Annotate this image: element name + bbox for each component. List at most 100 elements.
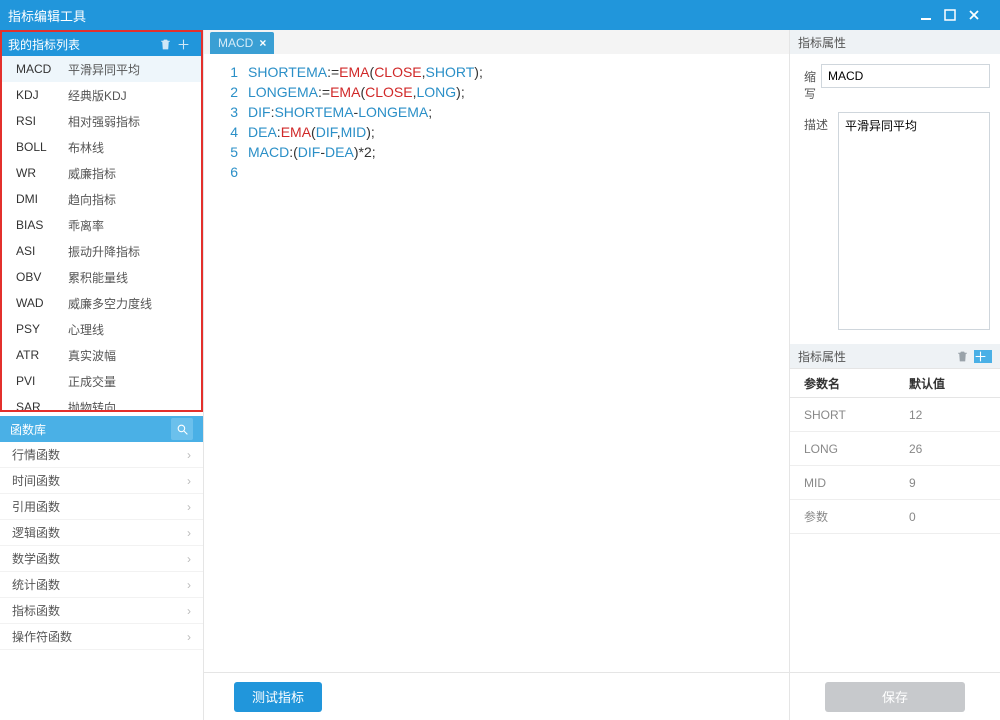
- desc-textarea[interactable]: [838, 112, 990, 330]
- maximize-button[interactable]: [944, 9, 968, 21]
- editor-tabbar: MACD ×: [204, 30, 789, 54]
- indicator-code: RSI: [16, 114, 68, 128]
- chevron-right-icon: ›: [187, 552, 191, 566]
- param-row[interactable]: 参数0: [790, 500, 1000, 534]
- indicator-name: 累积能量线: [68, 269, 128, 286]
- delete-indicator-icon[interactable]: [159, 38, 177, 51]
- param-default: 0: [895, 510, 1000, 524]
- chevron-right-icon: ›: [187, 500, 191, 514]
- chevron-right-icon: ›: [187, 630, 191, 644]
- indicator-row[interactable]: ATR真实波幅: [2, 342, 201, 368]
- indicator-row[interactable]: BIAS乖离率: [2, 212, 201, 238]
- function-category-label: 操作符函数: [12, 628, 187, 645]
- indicator-row[interactable]: SAR抛物转向: [2, 394, 201, 410]
- indicator-row[interactable]: DMI趋向指标: [2, 186, 201, 212]
- minimize-button[interactable]: [920, 9, 944, 21]
- function-category-row[interactable]: 时间函数›: [0, 468, 203, 494]
- search-function-button[interactable]: [171, 418, 193, 440]
- indicator-name: 振动升降指标: [68, 243, 140, 260]
- test-indicator-button[interactable]: 测试指标: [234, 682, 322, 712]
- indicator-code: DMI: [16, 192, 68, 206]
- close-tab-icon[interactable]: ×: [259, 36, 266, 50]
- indicator-name: 经典版KDJ: [68, 87, 127, 104]
- editor-footer: 测试指标: [204, 672, 789, 720]
- indicator-code: KDJ: [16, 88, 68, 102]
- add-indicator-icon[interactable]: [177, 38, 195, 51]
- indicator-row[interactable]: MACD平滑异同平均: [2, 56, 201, 82]
- indicator-row[interactable]: WAD威廉多空力度线: [2, 290, 201, 316]
- indicator-code: BIAS: [16, 218, 68, 232]
- function-category-label: 数学函数: [12, 550, 187, 567]
- indicator-row[interactable]: ASI振动升降指标: [2, 238, 201, 264]
- close-button[interactable]: [968, 9, 992, 21]
- param-default: 12: [895, 408, 1000, 422]
- function-category-label: 统计函数: [12, 576, 187, 593]
- chevron-right-icon: ›: [187, 474, 191, 488]
- param-row[interactable]: LONG26: [790, 432, 1000, 466]
- function-category-list: 行情函数›时间函数›引用函数›逻辑函数›数学函数›统计函数›指标函数›操作符函数…: [0, 442, 203, 720]
- chevron-right-icon: ›: [187, 604, 191, 618]
- indicator-row[interactable]: RSI相对强弱指标: [2, 108, 201, 134]
- desc-label: 描述: [804, 112, 838, 330]
- indicator-row[interactable]: WR威廉指标: [2, 160, 201, 186]
- save-button[interactable]: 保存: [825, 682, 965, 712]
- function-category-row[interactable]: 逻辑函数›: [0, 520, 203, 546]
- indicator-row[interactable]: KDJ经典版KDJ: [2, 82, 201, 108]
- function-category-row[interactable]: 数学函数›: [0, 546, 203, 572]
- abbr-label: 缩写: [804, 64, 821, 102]
- indicator-code: OBV: [16, 270, 68, 284]
- indicator-name: 威廉多空力度线: [68, 295, 152, 312]
- properties-panel: 指标属性 缩写 描述 指标属性 参数名 默认值 SHORT12LON: [790, 30, 1000, 720]
- param-col-default: 默认值: [895, 375, 1000, 392]
- function-category-label: 指标函数: [12, 602, 187, 619]
- chevron-right-icon: ›: [187, 448, 191, 462]
- param-table-body: SHORT12LONG26MID9参数0: [790, 398, 1000, 534]
- function-category-row[interactable]: 指标函数›: [0, 598, 203, 624]
- code-editor[interactable]: 1SHORTEMA:=EMA(CLOSE,SHORT);2LONGEMA:=EM…: [204, 54, 789, 672]
- function-category-label: 引用函数: [12, 498, 187, 515]
- indicator-row[interactable]: PSY心理线: [2, 316, 201, 342]
- chevron-right-icon: ›: [187, 526, 191, 540]
- function-category-row[interactable]: 统计函数›: [0, 572, 203, 598]
- left-sidebar: 我的指标列表 MACD平滑异同平均KDJ经典版KDJRSI相对强弱指标BOLL布…: [0, 30, 203, 720]
- function-category-label: 逻辑函数: [12, 524, 187, 541]
- add-param-icon[interactable]: [974, 350, 992, 363]
- indicator-name: 趋向指标: [68, 191, 116, 208]
- window-title: 指标编辑工具: [8, 6, 920, 25]
- tab-label: MACD: [218, 36, 253, 50]
- indicator-code: WR: [16, 166, 68, 180]
- param-row[interactable]: SHORT12: [790, 398, 1000, 432]
- indicator-name: 相对强弱指标: [68, 113, 140, 130]
- param-name: MID: [790, 476, 895, 490]
- param-row[interactable]: MID9: [790, 466, 1000, 500]
- indicator-code: ASI: [16, 244, 68, 258]
- indicator-name: 真实波幅: [68, 347, 116, 364]
- function-library-header: 函数库: [0, 416, 203, 442]
- param-name: SHORT: [790, 408, 895, 422]
- indicator-row[interactable]: PVI正成交量: [2, 368, 201, 394]
- function-category-row[interactable]: 引用函数›: [0, 494, 203, 520]
- delete-param-icon[interactable]: [956, 350, 974, 363]
- param-table-header: 参数名 默认值: [790, 368, 1000, 398]
- indicator-name: 平滑异同平均: [68, 61, 140, 78]
- indicator-name: 正成交量: [68, 373, 116, 390]
- indicator-row[interactable]: BOLL布林线: [2, 134, 201, 160]
- indicator-list-title: 我的指标列表: [8, 36, 80, 53]
- function-category-row[interactable]: 操作符函数›: [0, 624, 203, 650]
- param-name: LONG: [790, 442, 895, 456]
- chevron-right-icon: ›: [187, 578, 191, 592]
- properties-header: 指标属性: [790, 30, 1000, 54]
- indicator-name: 布林线: [68, 139, 104, 156]
- indicator-code: BOLL: [16, 140, 68, 154]
- indicator-list[interactable]: MACD平滑异同平均KDJ经典版KDJRSI相对强弱指标BOLL布林线WR威廉指…: [2, 56, 201, 410]
- editor-area: MACD × 1SHORTEMA:=EMA(CLOSE,SHORT);2LONG…: [203, 30, 790, 720]
- function-category-row[interactable]: 行情函数›: [0, 442, 203, 468]
- indicator-list-header: 我的指标列表: [2, 32, 201, 56]
- editor-tab-macd[interactable]: MACD ×: [210, 32, 274, 54]
- indicator-panel-highlight: 我的指标列表 MACD平滑异同平均KDJ经典版KDJRSI相对强弱指标BOLL布…: [0, 30, 203, 412]
- indicator-code: SAR: [16, 400, 68, 410]
- abbr-input[interactable]: [821, 64, 990, 88]
- indicator-row[interactable]: OBV累积能量线: [2, 264, 201, 290]
- indicator-name: 威廉指标: [68, 165, 116, 182]
- param-name: 参数: [790, 508, 895, 525]
